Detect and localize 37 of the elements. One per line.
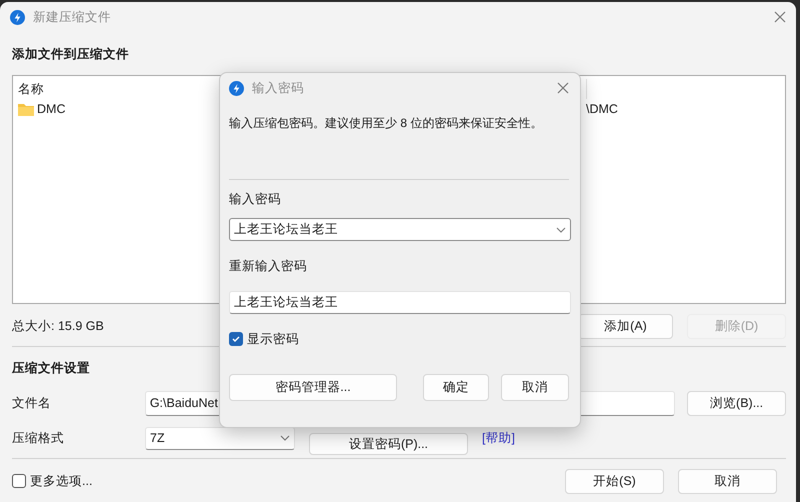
add-button[interactable]: 添加(A)	[578, 314, 673, 338]
password-dropdown[interactable]: 上老王论坛当老王	[229, 218, 571, 241]
field-label: 重新输入密码	[229, 258, 307, 274]
checkbox-label: 更多选项...	[30, 472, 92, 490]
password-field[interactable]: 上老王论坛当老王	[229, 291, 571, 314]
close-icon[interactable]	[774, 11, 786, 23]
table-cell-text: \DMC	[586, 101, 618, 118]
cancel-button[interactable]: 取消	[678, 468, 777, 494]
dialog-message: 输入压缩包密码。建议使用至少 8 位的密码来保证安全性。	[229, 115, 544, 132]
checkbox-label: 显示密码	[247, 330, 299, 348]
format-dropdown[interactable]: 7Z	[145, 426, 295, 450]
column-header: 名称	[18, 80, 44, 98]
field-label: 压缩格式	[12, 430, 65, 446]
checkbox[interactable]	[229, 332, 243, 346]
folder-icon	[18, 102, 34, 116]
field-label: 文件名	[12, 394, 52, 412]
close-icon[interactable]	[557, 82, 569, 94]
cancel-button[interactable]: 取消	[501, 374, 569, 400]
browse-button[interactable]: 浏览(B)...	[687, 390, 786, 416]
checkmark-icon	[231, 334, 241, 344]
dialog-title: 输入密码	[252, 80, 304, 96]
checkbox[interactable]	[12, 474, 26, 488]
set-password-button[interactable]: 设置密码(P)...	[309, 433, 468, 455]
caret-icon	[556, 226, 566, 232]
password-manager-button[interactable]: 密码管理器...	[229, 374, 397, 400]
app-logo-icon	[10, 10, 25, 24]
total-size: 总大小: 15.9 GB	[12, 318, 104, 334]
field-label: 输入密码	[229, 190, 281, 208]
window-title: 新建压缩文件	[33, 8, 111, 26]
section-heading: 添加文件到压缩文件	[12, 46, 130, 62]
app-logo-icon	[229, 80, 244, 96]
help-link[interactable]: [帮助]	[482, 430, 515, 446]
section-heading: 压缩文件设置	[12, 360, 91, 376]
file-row[interactable]: DMC	[18, 99, 66, 119]
ok-button[interactable]: 确定	[423, 374, 489, 400]
start-button[interactable]: 开始(S)	[565, 468, 664, 494]
caret-icon	[280, 435, 290, 441]
